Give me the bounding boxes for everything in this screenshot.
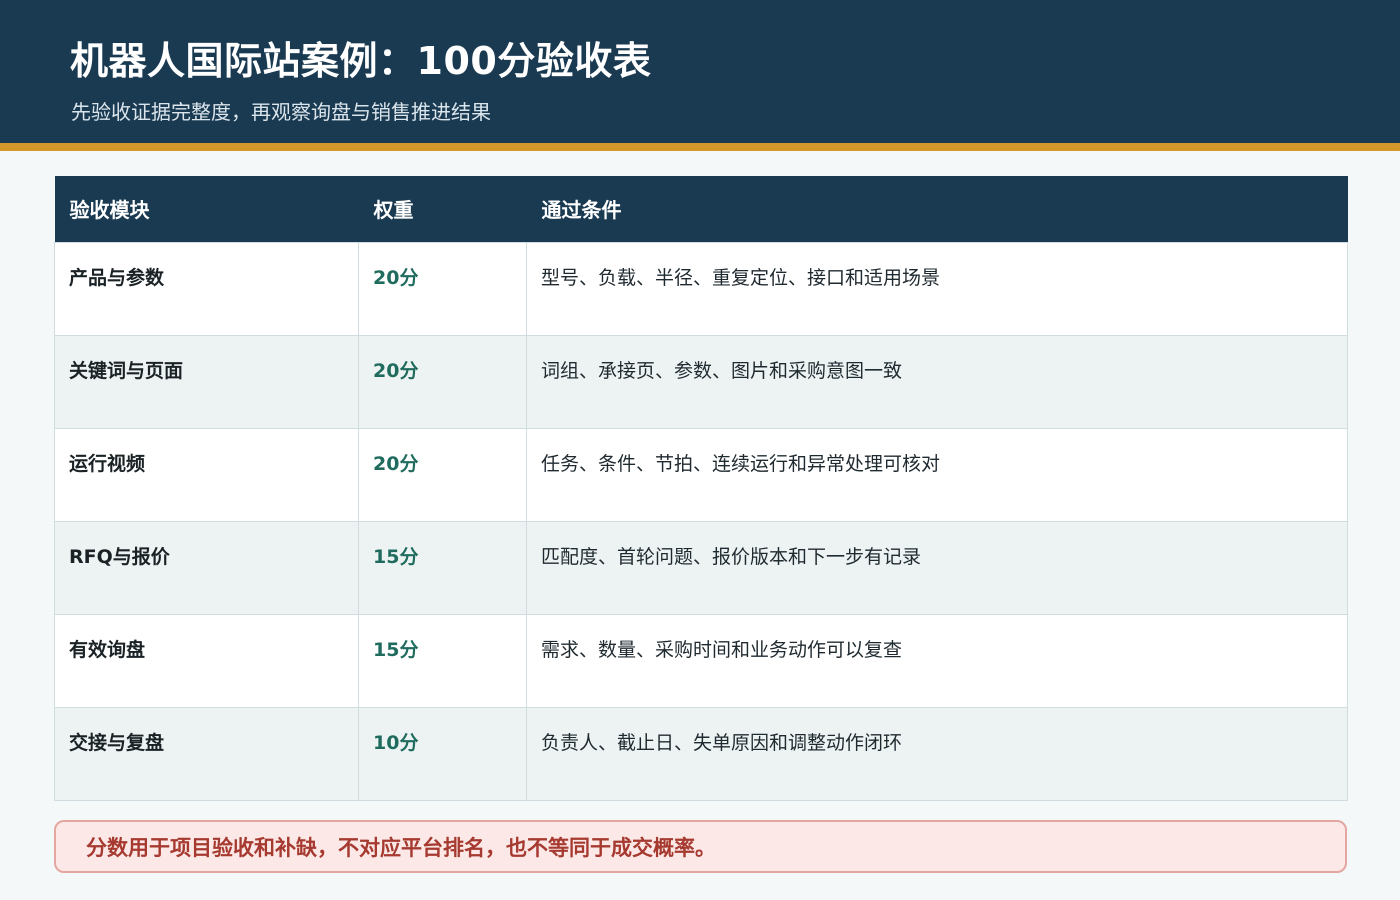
column-header-weight: 权重 bbox=[358, 176, 527, 242]
table-row: 交接与复盘 10分 负责人、截止日、失单原因和调整动作闭环 bbox=[54, 706, 1348, 801]
criteria-cell: 型号、负载、半径、重复定位、接口和适用场景 bbox=[526, 241, 1348, 336]
column-header-criteria: 通过条件 bbox=[526, 176, 1348, 242]
acceptance-table: 验收模块 权重 通过条件 产品与参数 20分 型号、负载、半径、重复定位、接口和… bbox=[54, 176, 1348, 801]
column-header-module: 验收模块 bbox=[54, 176, 359, 242]
module-cell: 关键词与页面 bbox=[54, 334, 359, 429]
module-cell: RFQ与报价 bbox=[54, 520, 359, 615]
page-subtitle: 先验收证据完整度，再观察询盘与销售推进结果 bbox=[71, 100, 491, 124]
weight-cell: 20分 bbox=[358, 241, 527, 336]
disclaimer-note: 分数用于项目验收和补缺，不对应平台排名，也不等同于成交概率。 bbox=[54, 820, 1347, 873]
weight-cell: 10分 bbox=[358, 706, 527, 801]
module-cell: 运行视频 bbox=[54, 427, 359, 522]
criteria-cell: 词组、承接页、参数、图片和采购意图一致 bbox=[526, 334, 1348, 429]
disclaimer-text: 分数用于项目验收和补缺，不对应平台排名，也不等同于成交概率。 bbox=[86, 835, 716, 860]
weight-cell: 15分 bbox=[358, 520, 527, 615]
page-title: 机器人国际站案例：100分验收表 bbox=[70, 39, 652, 83]
module-cell: 有效询盘 bbox=[54, 613, 359, 708]
weight-cell: 20分 bbox=[358, 334, 527, 429]
module-cell: 产品与参数 bbox=[54, 241, 359, 336]
table-row: 有效询盘 15分 需求、数量、采购时间和业务动作可以复查 bbox=[54, 613, 1348, 708]
page-header: 机器人国际站案例：100分验收表 先验收证据完整度，再观察询盘与销售推进结果 bbox=[0, 0, 1400, 143]
table-row: 产品与参数 20分 型号、负载、半径、重复定位、接口和适用场景 bbox=[54, 241, 1348, 336]
weight-cell: 15分 bbox=[358, 613, 527, 708]
criteria-cell: 负责人、截止日、失单原因和调整动作闭环 bbox=[526, 706, 1348, 801]
weight-cell: 20分 bbox=[358, 427, 527, 522]
criteria-cell: 需求、数量、采购时间和业务动作可以复查 bbox=[526, 613, 1348, 708]
table-row: 运行视频 20分 任务、条件、节拍、连续运行和异常处理可核对 bbox=[54, 427, 1348, 522]
header-accent-bar bbox=[0, 143, 1400, 151]
table-row: RFQ与报价 15分 匹配度、首轮问题、报价版本和下一步有记录 bbox=[54, 520, 1348, 615]
criteria-cell: 匹配度、首轮问题、报价版本和下一步有记录 bbox=[526, 520, 1348, 615]
table-row: 关键词与页面 20分 词组、承接页、参数、图片和采购意图一致 bbox=[54, 334, 1348, 429]
criteria-cell: 任务、条件、节拍、连续运行和异常处理可核对 bbox=[526, 427, 1348, 522]
module-cell: 交接与复盘 bbox=[54, 706, 359, 801]
table-header-row: 验收模块 权重 通过条件 bbox=[54, 176, 1348, 242]
